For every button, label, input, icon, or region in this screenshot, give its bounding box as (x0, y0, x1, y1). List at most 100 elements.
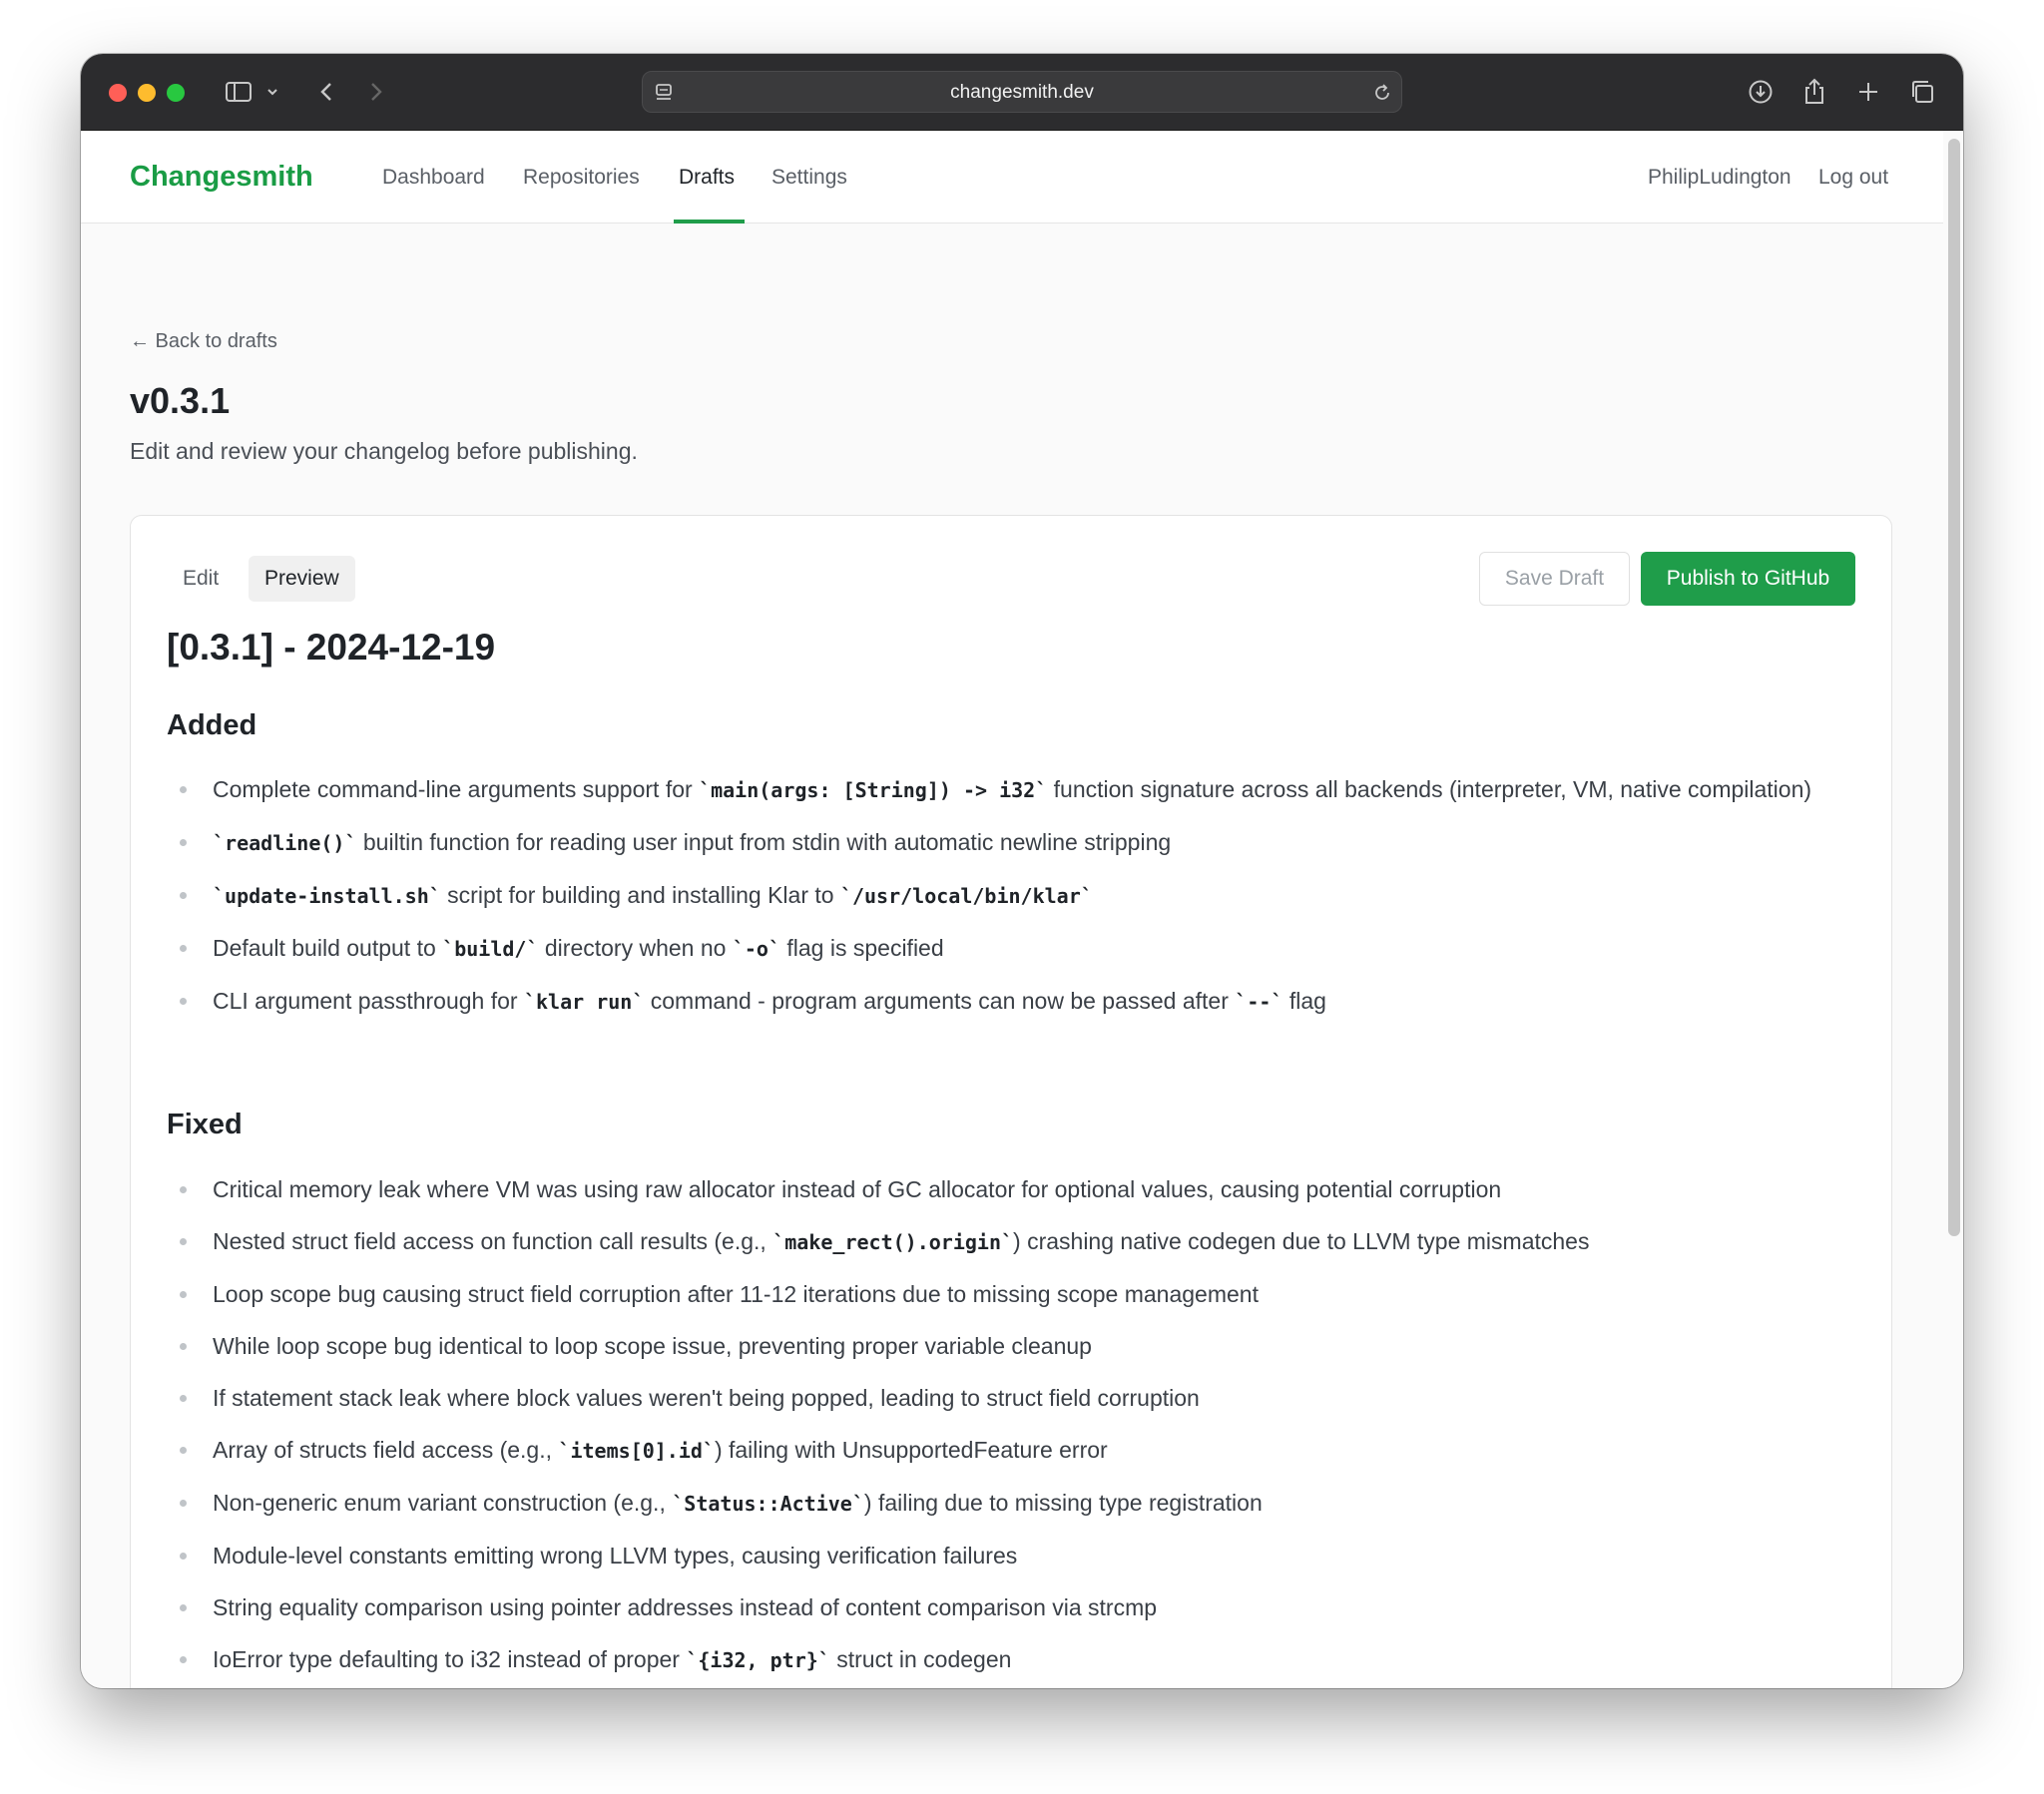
zoom-window-button[interactable] (167, 84, 185, 102)
list-item: While loop scope bug identical to loop s… (167, 1326, 1863, 1366)
bullet-icon (180, 1343, 187, 1350)
item-text: directory when no (538, 935, 733, 961)
list-item: Critical memory leak where VM was using … (167, 1169, 1863, 1209)
close-window-button[interactable] (109, 84, 127, 102)
item-text: flag is specified (780, 935, 944, 961)
list-item: IoError type defaulting to i32 instead o… (167, 1639, 1863, 1680)
bullet-icon (180, 1395, 187, 1402)
inline-code: `/usr/local/bin/klar` (839, 884, 1093, 908)
inline-code: `-o` (732, 937, 780, 961)
item-text: Loop scope bug causing struct field corr… (213, 1281, 1259, 1307)
list-item: Module-level constants emitting wrong LL… (167, 1536, 1863, 1575)
list-item: Nested struct field access on function c… (167, 1221, 1863, 1262)
url-text: changesmith.dev (950, 82, 1094, 103)
item-text: ) failing with UnsupportedFeature error (714, 1437, 1108, 1463)
nav-dashboard[interactable]: Dashboard (382, 131, 485, 224)
bullet-icon (180, 1553, 187, 1560)
inline-code: `klar run` (523, 990, 645, 1014)
top-navbar: Changesmith Dashboard Repositories Draft… (81, 131, 1943, 224)
chevron-down-icon[interactable] (264, 76, 280, 108)
item-text: script for building and installing Klar … (440, 882, 840, 908)
item-text: Critical memory leak where VM was using … (213, 1176, 1502, 1202)
new-tab-icon[interactable] (1853, 76, 1883, 108)
added-heading: Added (167, 709, 257, 741)
bullet-icon (180, 839, 187, 846)
inline-code: `build/` (442, 937, 539, 961)
added-list: Complete command-line arguments support … (167, 769, 1863, 1034)
item-text: If statement stack leak where block valu… (213, 1385, 1200, 1411)
item-text: Module-level constants emitting wrong LL… (213, 1543, 1018, 1569)
back-arrow-icon[interactable] (314, 76, 338, 108)
bullet-icon (180, 1500, 187, 1507)
editor-card: Edit Preview Save Draft Publish to GitHu… (130, 515, 1892, 1688)
back-to-drafts-link[interactable]: ← Back to drafts (130, 330, 277, 353)
item-text: Array of structs field access (e.g., (213, 1437, 559, 1463)
bullet-icon (180, 1604, 187, 1611)
publish-to-github-button[interactable]: Publish to GitHub (1641, 552, 1855, 606)
sidebar-toggle-icon[interactable] (223, 76, 255, 108)
list-item: `readline()` builtin function for readin… (167, 822, 1863, 863)
page-subtitle: Edit and review your changelog before pu… (130, 438, 638, 464)
list-item: String equality comparison using pointer… (167, 1587, 1863, 1627)
save-draft-button[interactable]: Save Draft (1479, 552, 1630, 606)
inline-code: `main(args: [String]) -> i32` (699, 778, 1048, 802)
item-text: While loop scope bug identical to loop s… (213, 1333, 1092, 1359)
username-link[interactable]: PhilipLudington (1648, 131, 1791, 224)
bullet-icon (180, 945, 187, 952)
inline-code: `Status::Active` (672, 1492, 864, 1516)
inline-code: `make_rect().origin` (772, 1230, 1014, 1254)
reload-icon[interactable] (1369, 77, 1395, 109)
minimize-window-button[interactable] (138, 84, 156, 102)
item-text: command - program arguments can now be p… (644, 988, 1236, 1014)
item-text: IoError type defaulting to i32 instead o… (213, 1646, 687, 1672)
nav-settings[interactable]: Settings (771, 131, 847, 224)
list-item: Array of structs field access (e.g., `it… (167, 1430, 1863, 1471)
item-text: function signature across all backends (… (1047, 776, 1812, 802)
nav-drafts[interactable]: Drafts (679, 131, 735, 224)
item-text: Nested struct field access on function c… (213, 1228, 773, 1254)
list-item: `update-install.sh` script for building … (167, 875, 1863, 916)
bullet-icon (180, 1186, 187, 1193)
inline-code: `items[0].id` (558, 1439, 715, 1463)
brand-logo[interactable]: Changesmith (130, 131, 313, 224)
inline-code: `{i32, ptr}` (686, 1648, 830, 1672)
list-item: CLI argument passthrough for `klar run` … (167, 981, 1863, 1022)
item-text: CLI argument passthrough for (213, 988, 524, 1014)
bullet-icon (180, 786, 187, 793)
address-bar[interactable]: changesmith.dev (642, 71, 1402, 113)
tab-edit[interactable]: Edit (167, 556, 235, 602)
logout-link[interactable]: Log out (1818, 131, 1888, 224)
inline-code: `--` (1235, 990, 1283, 1014)
fixed-heading: Fixed (167, 1109, 243, 1140)
item-text: Default build output to (213, 935, 443, 961)
list-item: Loop scope bug causing struct field corr… (167, 1274, 1863, 1314)
nav-repositories[interactable]: Repositories (523, 131, 640, 224)
bullet-icon (180, 1447, 187, 1454)
item-text: struct in codegen (829, 1646, 1012, 1672)
bullet-icon (180, 1656, 187, 1663)
share-icon[interactable] (1799, 76, 1829, 108)
page-title: v0.3.1 (130, 380, 231, 421)
changelog-title: [0.3.1] - 2024-12-19 (167, 627, 496, 668)
bullet-icon (180, 892, 187, 899)
item-text: ) crashing native codegen due to LLVM ty… (1013, 1228, 1590, 1254)
item-text: Non-generic enum variant construction (e… (213, 1490, 673, 1516)
tab-preview[interactable]: Preview (249, 556, 355, 602)
tab-overview-icon[interactable] (1907, 76, 1937, 108)
page-scrollbar[interactable] (1948, 139, 1960, 1236)
forward-arrow-icon[interactable] (364, 76, 388, 108)
bullet-icon (180, 998, 187, 1005)
item-text: String equality comparison using pointer… (213, 1594, 1158, 1620)
bullet-icon (180, 1291, 187, 1298)
list-item: Default build output to `build/` directo… (167, 928, 1863, 969)
item-text: Complete command-line arguments support … (213, 776, 700, 802)
page-content: Changesmith Dashboard Repositories Draft… (81, 131, 1963, 1688)
download-icon[interactable] (1746, 76, 1776, 108)
item-text: builtin function for reading user input … (356, 829, 1172, 855)
active-nav-underline (674, 220, 745, 224)
list-item: If statement stack leak where block valu… (167, 1378, 1863, 1418)
bullet-icon (180, 1238, 187, 1245)
item-text: ) failing due to missing type registrati… (863, 1490, 1263, 1516)
inline-code: `update-install.sh` (213, 884, 441, 908)
list-item: Complete command-line arguments support … (167, 769, 1863, 810)
